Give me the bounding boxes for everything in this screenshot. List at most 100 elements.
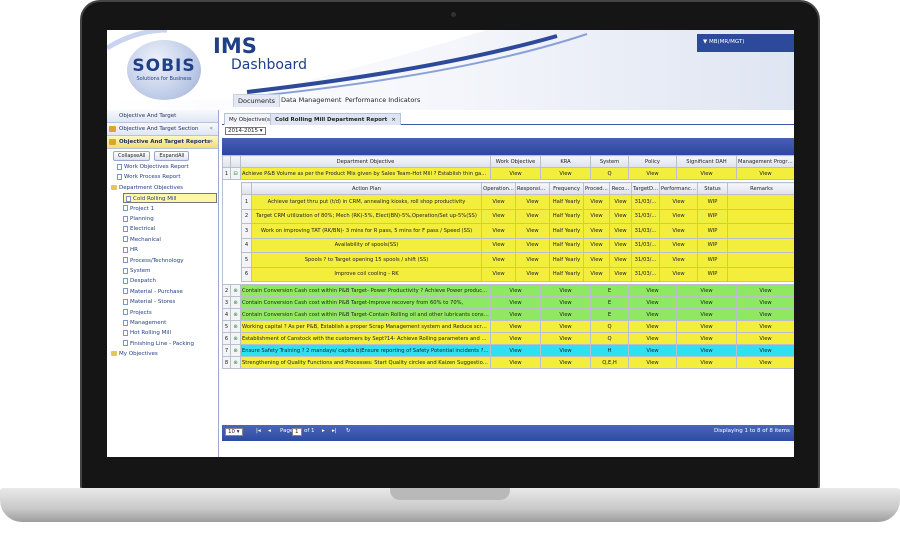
- view-link[interactable]: View: [628, 356, 677, 369]
- table-row[interactable]: 5 ⊕ Working capital ? As per P&B, Establis…: [222, 320, 794, 333]
- view-link[interactable]: View: [481, 266, 516, 282]
- view-link[interactable]: View: [736, 284, 794, 297]
- action-plan-item[interactable]: 2 Target CRM utilization of 80%; Mech (RK…: [241, 208, 794, 224]
- view-link[interactable]: View: [583, 252, 610, 268]
- next-page-icon[interactable]: ▸: [322, 428, 325, 434]
- view-link[interactable]: View: [609, 194, 632, 210]
- expand-icon[interactable]: ⊕: [230, 344, 241, 357]
- view-link[interactable]: View: [490, 344, 541, 357]
- action-column-header[interactable]: Reco...: [609, 182, 632, 195]
- view-link[interactable]: View: [659, 252, 698, 268]
- view-link[interactable]: View: [628, 320, 677, 333]
- view-link[interactable]: View: [481, 252, 516, 268]
- view-link[interactable]: View: [628, 167, 677, 180]
- view-link[interactable]: View: [628, 344, 677, 357]
- action-column-header[interactable]: Status: [697, 182, 728, 195]
- view-link[interactable]: View: [609, 252, 632, 268]
- view-link[interactable]: View: [676, 284, 737, 297]
- view-link[interactable]: View: [490, 320, 541, 333]
- refresh-icon[interactable]: ↻: [346, 428, 351, 434]
- action-column-header[interactable]: Responsibl...: [515, 182, 550, 195]
- view-link[interactable]: View: [583, 194, 610, 210]
- table-row[interactable]: 6 ⊕ Establishment of Canstock with the cus…: [222, 332, 794, 345]
- view-link[interactable]: View: [490, 356, 541, 369]
- expand-icon[interactable]: ⊕: [230, 332, 241, 345]
- action-plan-item[interactable]: 3 Work on improving TAT (RK/BN)- 3 mins f…: [241, 223, 794, 239]
- view-link[interactable]: View: [583, 266, 610, 282]
- accordion-objective-target-section[interactable]: Objective And Target Section «: [107, 123, 218, 136]
- view-link[interactable]: View: [736, 344, 794, 357]
- view-link[interactable]: View: [736, 296, 794, 309]
- tree-item[interactable]: Work Objectives Report: [117, 162, 189, 172]
- view-link[interactable]: View: [540, 167, 591, 180]
- accordion-objective-target[interactable]: Objective And Target: [107, 110, 218, 123]
- column-header[interactable]: Policy: [628, 155, 677, 168]
- table-row[interactable]: 1 ⊟ Achieve P&B Volume as per the Product …: [222, 167, 794, 180]
- view-link[interactable]: View: [481, 208, 516, 224]
- page-input[interactable]: 1: [292, 428, 302, 436]
- tab-cold-rolling-mill-report[interactable]: Cold Rolling Mill Department Report ×: [270, 113, 401, 125]
- view-link[interactable]: View: [676, 167, 737, 180]
- expand-all-button[interactable]: ExpandAll: [154, 151, 190, 161]
- view-link[interactable]: View: [540, 308, 591, 321]
- view-link[interactable]: View: [736, 356, 794, 369]
- view-link[interactable]: View: [628, 296, 677, 309]
- view-link[interactable]: View: [490, 296, 541, 309]
- column-header[interactable]: System: [590, 155, 629, 168]
- collapse-all-button[interactable]: CollapseAll: [113, 151, 151, 161]
- view-link[interactable]: View: [583, 223, 610, 239]
- action-plan-item[interactable]: 6 Improve coil cooling - RK View View Half Y…: [241, 266, 794, 282]
- view-link[interactable]: View: [628, 284, 677, 297]
- view-link[interactable]: View: [490, 167, 541, 180]
- nav-tab-data-management[interactable]: Data Management: [277, 94, 345, 106]
- view-link[interactable]: View: [659, 194, 698, 210]
- view-link[interactable]: View: [515, 252, 550, 268]
- tree-item[interactable]: My Objectives: [111, 349, 158, 359]
- table-row[interactable]: 2 ⊕ Contain Conversion Cash cost within P&…: [222, 284, 794, 297]
- tree-item[interactable]: Planning: [123, 214, 154, 224]
- year-select[interactable]: 2014-2015 ▾: [225, 127, 266, 135]
- table-row[interactable]: 4 ⊕ Contain Conversion Cash cost within P&…: [222, 308, 794, 321]
- view-link[interactable]: View: [583, 237, 610, 253]
- view-link[interactable]: View: [609, 208, 632, 224]
- close-icon[interactable]: ×: [391, 117, 396, 123]
- tree-item[interactable]: Projects: [123, 308, 152, 318]
- expand-icon[interactable]: ⊕: [230, 320, 241, 333]
- view-link[interactable]: View: [515, 194, 550, 210]
- first-page-icon[interactable]: |◂: [256, 428, 261, 434]
- action-column-header[interactable]: Remarks: [727, 182, 794, 195]
- view-link[interactable]: View: [659, 208, 698, 224]
- view-link[interactable]: View: [540, 320, 591, 333]
- tree-item[interactable]: Material - Stores: [123, 297, 175, 307]
- view-link[interactable]: View: [481, 237, 516, 253]
- tree-item[interactable]: Cold Rolling Mill: [123, 193, 217, 204]
- table-row[interactable]: 3 ⊕ Contain Conversion Cash cost within P&…: [222, 296, 794, 309]
- column-header[interactable]: Management Program...: [736, 155, 794, 168]
- view-link[interactable]: View: [540, 332, 591, 345]
- view-link[interactable]: View: [481, 194, 516, 210]
- view-link[interactable]: View: [676, 344, 737, 357]
- tree-item[interactable]: Work Process Report: [117, 172, 181, 182]
- tree-item[interactable]: System: [123, 266, 151, 276]
- table-row[interactable]: 7 ⊕ Ensure Safety Training ? 2 mandays/ ca…: [222, 344, 794, 357]
- action-column-header[interactable]: Action Plan: [251, 182, 482, 195]
- view-link[interactable]: View: [659, 237, 698, 253]
- nav-tab-documents[interactable]: Documents: [233, 94, 281, 107]
- view-link[interactable]: View: [515, 237, 550, 253]
- accordion-objective-target-reports[interactable]: Objective And Target Reports»: [107, 136, 218, 149]
- view-link[interactable]: View: [736, 167, 794, 180]
- column-header[interactable]: Work Objective: [490, 155, 541, 168]
- view-link[interactable]: View: [540, 296, 591, 309]
- column-header[interactable]: Department Objective: [240, 155, 491, 168]
- tree-item[interactable]: Department Objectives: [111, 183, 183, 193]
- action-column-header[interactable]: TargetD...: [631, 182, 660, 195]
- view-link[interactable]: View: [540, 284, 591, 297]
- action-plan-item[interactable]: 5 Spools ? to Target opening 15 spools / …: [241, 252, 794, 268]
- table-row[interactable]: 8 ⊕ Strengthening of Quality Functions and…: [222, 356, 794, 369]
- action-column-header[interactable]: Operation...: [481, 182, 516, 195]
- view-link[interactable]: View: [609, 266, 632, 282]
- action-plan-item[interactable]: 4 Availability of spools(SS) View View Half …: [241, 237, 794, 253]
- last-page-icon[interactable]: ▸|: [332, 428, 337, 434]
- expand-icon[interactable]: ⊕: [230, 284, 241, 297]
- tree-item[interactable]: Mechanical: [123, 235, 161, 245]
